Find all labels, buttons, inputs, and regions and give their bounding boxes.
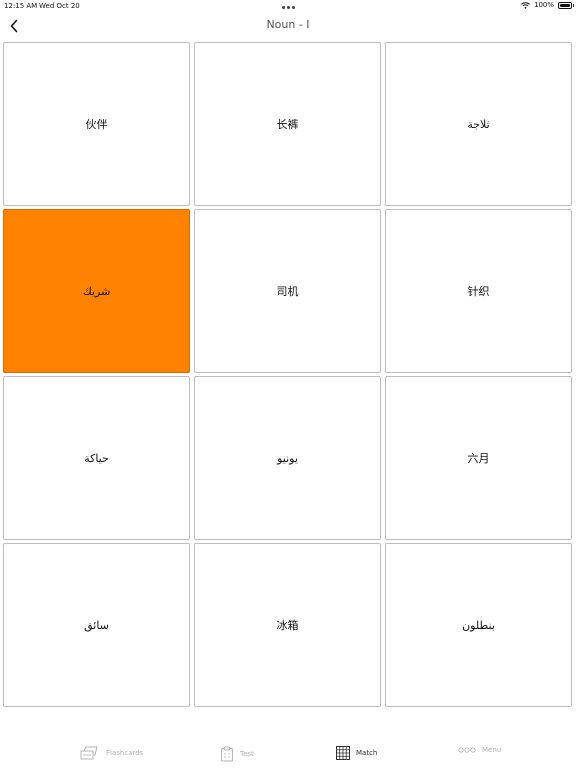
tab-menu[interactable]: Menu	[458, 746, 501, 754]
card-label: حياكة	[84, 451, 109, 465]
match-card[interactable]: 冰箱	[194, 543, 381, 707]
match-card[interactable]: بنطلون	[385, 543, 572, 707]
card-label: سائق	[84, 618, 109, 632]
tab-bar: Flashcards Test Match Menu	[0, 740, 576, 768]
card-label: 冰箱	[276, 619, 299, 632]
card-label: يونيو	[277, 451, 298, 465]
match-card[interactable]: حياكة	[3, 376, 190, 540]
card-label: 伙伴	[85, 118, 108, 131]
match-card[interactable]: 司机	[194, 209, 381, 373]
card-label: 司机	[276, 285, 299, 298]
tab-test[interactable]: Test	[220, 746, 254, 762]
status-bar: 12:15 AM Wed Oct 20 100%	[0, 0, 576, 12]
status-right: 100%	[521, 1, 574, 9]
status-time: 12:15 AM	[4, 2, 38, 10]
match-card[interactable]: ثلاجة	[385, 42, 572, 206]
card-label: 针织	[467, 285, 490, 298]
match-card[interactable]: 六月	[385, 376, 572, 540]
match-card[interactable]: 伙伴	[3, 42, 190, 206]
page: 12:15 AM Wed Oct 20 100% Noun - I 伙伴 长裤 …	[0, 0, 576, 768]
test-icon	[221, 746, 233, 762]
grid-icon	[336, 746, 350, 760]
battery-icon	[558, 1, 574, 9]
flashcards-icon	[80, 746, 98, 760]
tab-label: Match	[356, 749, 378, 757]
battery-percent: 100%	[533, 1, 554, 9]
multitasking-dots-icon[interactable]	[282, 6, 295, 9]
match-card[interactable]: شريك	[3, 209, 190, 373]
card-label: 长裤	[276, 118, 299, 131]
card-label: 六月	[467, 452, 490, 465]
card-label: شريك	[82, 284, 111, 298]
match-card[interactable]: 长裤	[194, 42, 381, 206]
tab-label: Flashcards	[106, 749, 144, 757]
status-date: Wed Oct 20	[39, 2, 80, 10]
match-card[interactable]: 针织	[385, 209, 572, 373]
tab-match[interactable]: Match	[336, 746, 377, 760]
wifi-icon	[521, 1, 530, 9]
match-card[interactable]: يونيو	[194, 376, 381, 540]
match-card-grid: 伙伴 长裤 ثلاجة شريك 司机 针织 حياكة يونيو 六月 سا…	[3, 42, 574, 708]
card-label: ثلاجة	[467, 117, 490, 131]
card-label: بنطلون	[462, 618, 495, 632]
tab-flashcards[interactable]: Flashcards	[80, 746, 143, 760]
match-card[interactable]: سائق	[3, 543, 190, 707]
tab-label: Test	[240, 750, 254, 758]
tab-label: Menu	[482, 746, 502, 754]
page-title: Noun - I	[266, 18, 310, 31]
more-icon	[458, 747, 476, 753]
nav-bar: Noun - I	[0, 12, 576, 40]
